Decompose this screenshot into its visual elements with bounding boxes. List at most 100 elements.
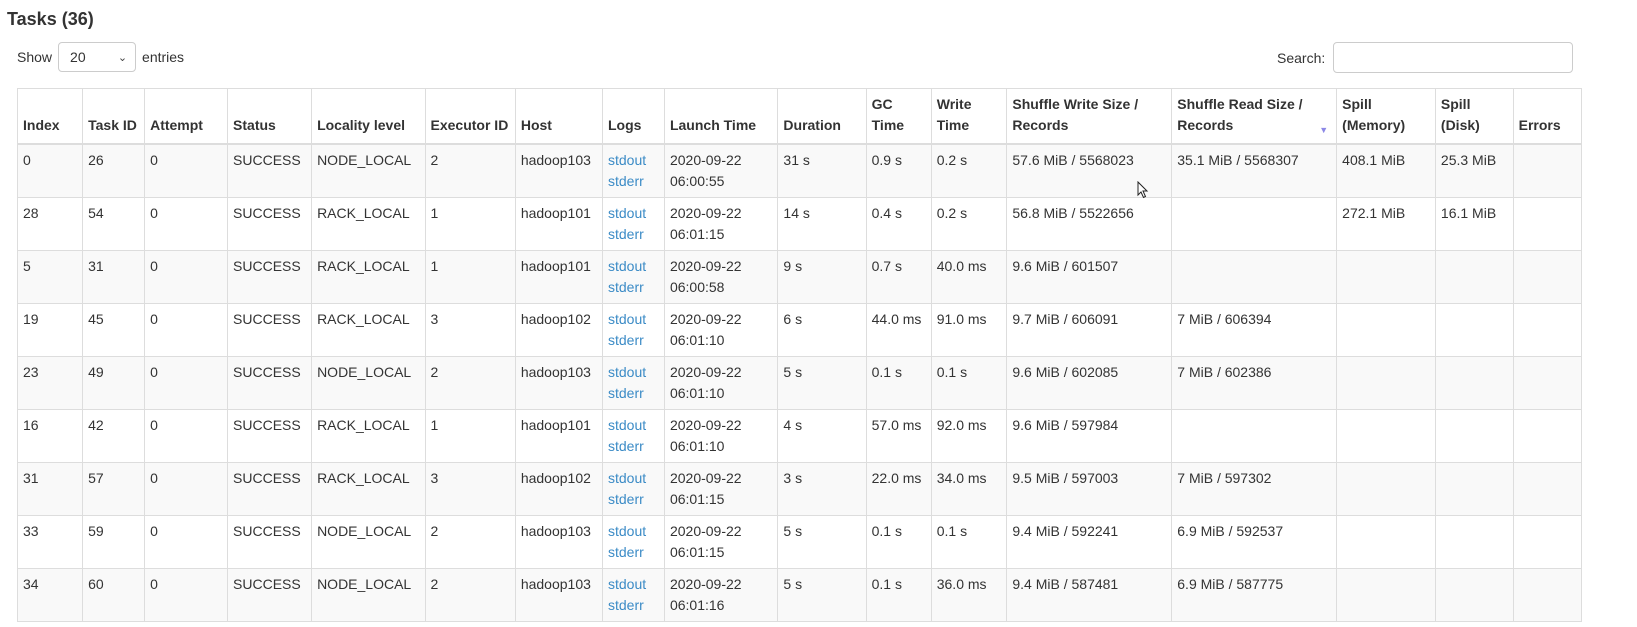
cell-status: SUCCESS (227, 303, 313, 357)
cell-attempt: 0 (144, 197, 229, 251)
column-header-label: Spill (Disk) (1440, 96, 1480, 133)
stderr-link[interactable]: stderr (608, 489, 659, 510)
cell-shuffle-read: 7 MiB / 606394 (1171, 303, 1338, 357)
search-input[interactable] (1333, 42, 1574, 73)
cell-index: 31 (16, 462, 84, 516)
cell-write: 0.2 s (930, 143, 1008, 198)
column-header-locality-level[interactable]: Locality level (311, 88, 426, 145)
stderr-link[interactable]: stderr (608, 383, 659, 404)
column-header-attempt[interactable]: Attempt (144, 88, 229, 145)
stdout-link[interactable]: stdout (608, 415, 659, 436)
cell-attempt: 0 (144, 143, 229, 198)
cell-gc: 22.0 ms (865, 462, 932, 516)
launch-date: 2020-09-22 (669, 311, 742, 327)
stderr-link[interactable]: stderr (608, 330, 659, 351)
column-header-label: GC Time (871, 96, 905, 133)
launch-time: 06:01:15 (669, 226, 725, 242)
cell-launch-time: 2020-09-22 06:01:10 (663, 356, 779, 410)
cell-errors (1512, 568, 1583, 622)
cell-shuffle-read: 6.9 MiB / 592537 (1171, 515, 1338, 569)
stdout-link[interactable]: stdout (608, 574, 659, 595)
chevron-down-icon: ⌄ (117, 51, 128, 64)
stdout-link[interactable]: stdout (608, 362, 659, 383)
entries-select[interactable]: 20 ⌄ (58, 42, 137, 72)
cell-duration: 14 s (777, 197, 867, 251)
cell-locality: NODE_LOCAL (311, 568, 426, 622)
column-header-logs[interactable]: Logs (602, 88, 665, 145)
cell-duration: 4 s (777, 409, 867, 463)
cell-errors (1512, 143, 1583, 198)
cell-executor: 1 (424, 409, 516, 463)
column-header-spill-disk[interactable]: Spill (Disk) (1434, 88, 1514, 145)
cell-launch-time: 2020-09-22 06:01:10 (663, 303, 779, 357)
cell-duration: 3 s (777, 462, 867, 516)
cell-locality: RACK_LOCAL (311, 197, 426, 251)
table-row: 0 26 0 SUCCESS NODE_LOCAL 2 hadoop103 stdout std… (16, 143, 1583, 198)
column-header-spill-memory[interactable]: Spill (Memory) (1336, 88, 1436, 145)
stderr-link[interactable]: stderr (608, 436, 659, 457)
cell-shuffle-write: 9.6 MiB / 601507 (1006, 250, 1173, 304)
cell-status: SUCCESS (227, 515, 313, 569)
cell-shuffle-write: 9.6 MiB / 597984 (1006, 409, 1173, 463)
column-header-label: Shuffle Write Size / Records (1012, 96, 1139, 133)
launch-time: 06:01:10 (669, 438, 725, 454)
cell-task-id: 31 (82, 250, 146, 304)
stdout-link[interactable]: stdout (608, 468, 659, 489)
sort-descending-icon: ▼ (1319, 125, 1329, 135)
cell-write: 36.0 ms (930, 568, 1008, 622)
cell-spill-mem (1336, 409, 1436, 463)
cell-gc: 44.0 ms (865, 303, 932, 357)
cell-status: SUCCESS (227, 197, 313, 251)
cell-shuffle-read: 7 MiB / 602386 (1171, 356, 1338, 410)
cell-attempt: 0 (144, 303, 229, 357)
launch-time: 06:00:55 (669, 173, 725, 189)
cell-locality: RACK_LOCAL (311, 409, 426, 463)
cell-errors (1512, 409, 1583, 463)
cell-logs: stdout stderr (602, 197, 665, 251)
stderr-link[interactable]: stderr (608, 595, 659, 616)
column-header-errors[interactable]: Errors (1512, 88, 1583, 145)
column-header-launch-time[interactable]: Launch Time (663, 88, 779, 145)
column-header-index[interactable]: Index (16, 88, 84, 145)
stderr-link[interactable]: stderr (608, 224, 659, 245)
table-row: 28 54 0 SUCCESS RACK_LOCAL 1 hadoop101 stdout st… (16, 197, 1583, 251)
column-header-task-id[interactable]: Task ID (82, 88, 146, 145)
cell-shuffle-read: 35.1 MiB / 5568307 (1171, 143, 1338, 198)
column-header-label: Duration (783, 117, 841, 133)
cell-logs: stdout stderr (602, 250, 665, 304)
cell-status: SUCCESS (227, 143, 313, 198)
cell-spill-mem: 272.1 MiB (1336, 197, 1436, 251)
stdout-link[interactable]: stdout (608, 256, 659, 277)
column-header-status[interactable]: Status (227, 88, 313, 145)
launch-date: 2020-09-22 (669, 152, 742, 168)
column-header-label: Write Time (936, 96, 972, 133)
cell-write: 40.0 ms (930, 250, 1008, 304)
column-header-shuffle-read-size-records[interactable]: Shuffle Read Size / Records ▼ (1171, 88, 1338, 145)
column-header-gc-time[interactable]: GC Time (865, 88, 932, 145)
cell-task-id: 49 (82, 356, 146, 410)
cell-logs: stdout stderr (602, 515, 665, 569)
launch-time: 06:01:10 (669, 385, 725, 401)
stdout-link[interactable]: stdout (608, 521, 659, 542)
cell-attempt: 0 (144, 409, 229, 463)
cell-shuffle-write: 9.7 MiB / 606091 (1006, 303, 1173, 357)
stdout-link[interactable]: stdout (608, 203, 659, 224)
cell-shuffle-write: 9.4 MiB / 587481 (1006, 568, 1173, 622)
launch-date: 2020-09-22 (669, 258, 742, 274)
stderr-link[interactable]: stderr (608, 171, 659, 192)
column-header-duration[interactable]: Duration (777, 88, 867, 145)
cell-index: 0 (16, 143, 84, 198)
page-title: Tasks (36) (7, 9, 94, 29)
cell-status: SUCCESS (227, 356, 313, 410)
stdout-link[interactable]: stdout (608, 150, 659, 171)
launch-date: 2020-09-22 (669, 417, 742, 433)
column-header-write-time[interactable]: Write Time (930, 88, 1008, 145)
stderr-link[interactable]: stderr (608, 277, 659, 298)
stderr-link[interactable]: stderr (608, 542, 659, 563)
column-header-shuffle-write-size-records[interactable]: Shuffle Write Size / Records (1006, 88, 1173, 145)
cell-index: 34 (16, 568, 84, 622)
stdout-link[interactable]: stdout (608, 309, 659, 330)
cell-spill-mem (1336, 356, 1436, 410)
column-header-executor-id[interactable]: Executor ID (424, 88, 516, 145)
column-header-host[interactable]: Host (514, 88, 604, 145)
